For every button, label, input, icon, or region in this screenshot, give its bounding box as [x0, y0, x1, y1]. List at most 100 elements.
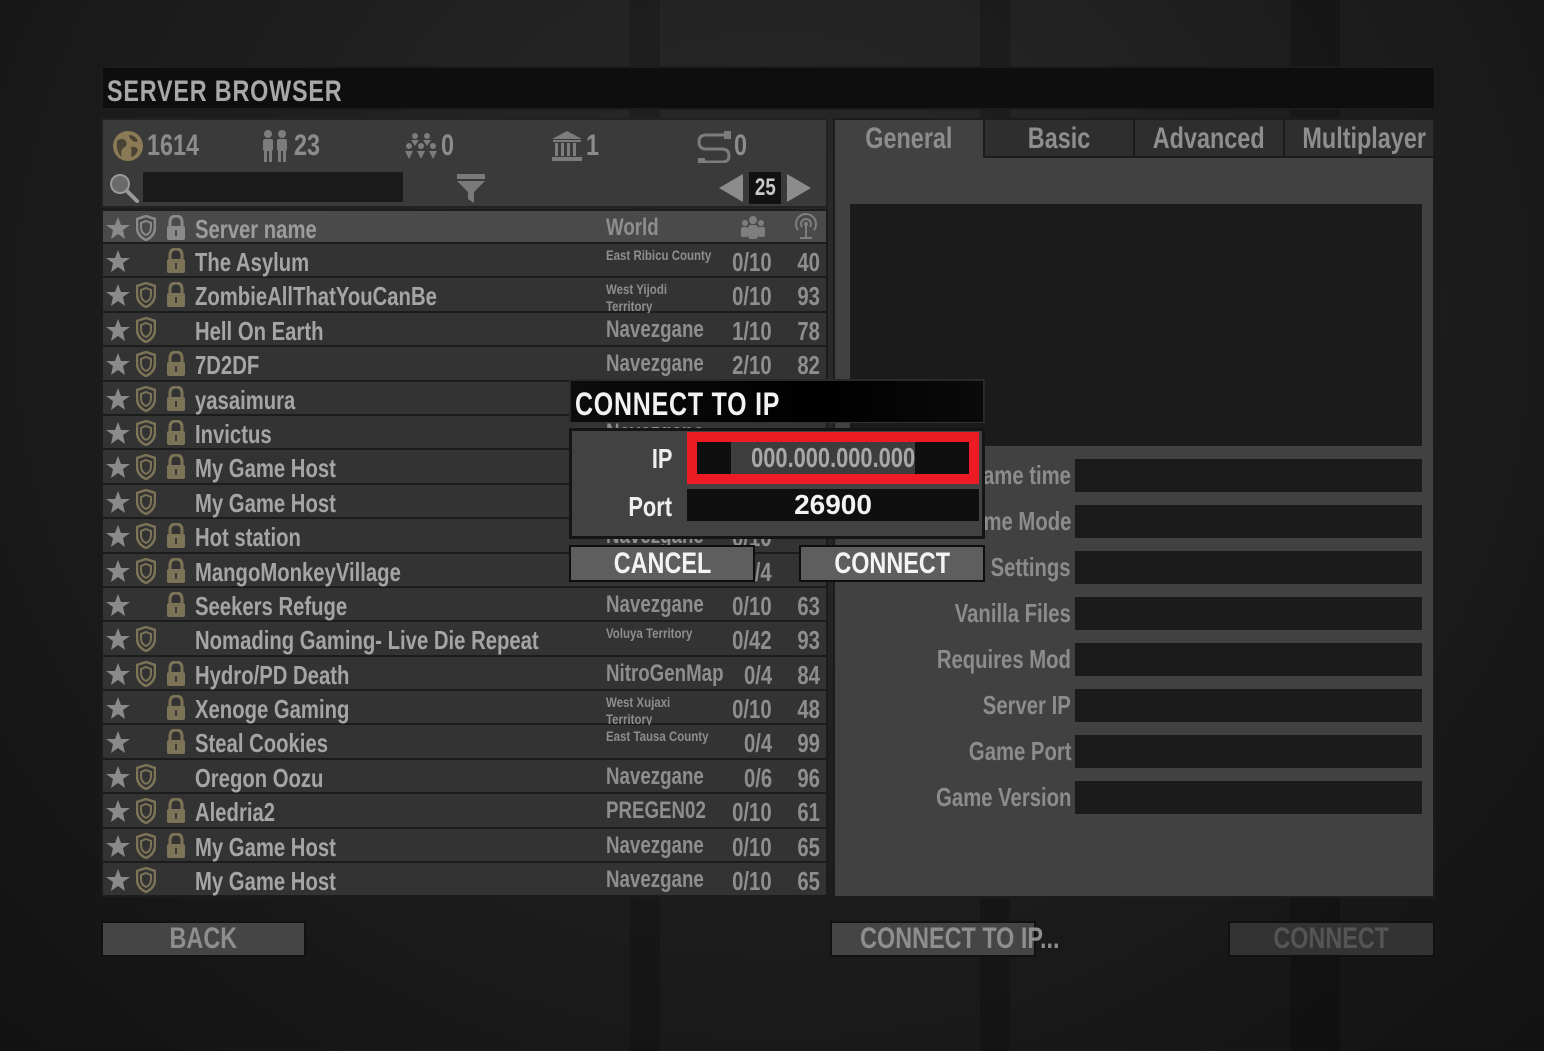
server-world: Navezgane — [606, 315, 704, 343]
favorite-star-icon[interactable] — [106, 284, 130, 307]
favorite-star-icon[interactable] — [106, 593, 130, 616]
details-tabs: General Basic Advanced Multiplayer — [835, 120, 1433, 158]
filter-icon[interactable] — [456, 172, 486, 204]
detail-value — [1075, 689, 1422, 722]
anticheat-column-icon[interactable] — [136, 215, 156, 241]
tab-general[interactable]: General — [835, 120, 985, 158]
page-previous-button[interactable] — [717, 172, 745, 204]
password-lock-icon — [167, 385, 185, 411]
server-world: NitroGenMap — [606, 659, 724, 687]
back-button[interactable]: BACK — [101, 921, 306, 957]
favorite-star-icon[interactable] — [106, 387, 130, 410]
server-world: West Xujaxi Territory — [606, 694, 671, 728]
search-input[interactable] — [143, 172, 403, 202]
stat-players[interactable]: 23 — [258, 126, 327, 166]
favorite-column-icon[interactable] — [106, 217, 130, 239]
table-row[interactable]: Hell On Earth Navezgane 1/10 78 — [101, 312, 828, 348]
server-name: ZombieAllThatYouCanBe — [195, 281, 437, 312]
port-input[interactable] — [687, 489, 979, 521]
server-ping: 82 — [797, 350, 820, 381]
password-column-icon[interactable] — [166, 215, 186, 241]
favorite-star-icon[interactable] — [106, 559, 130, 582]
table-row[interactable]: 7D2DF Navezgane 2/10 82 — [101, 347, 828, 382]
connect-button[interactable]: CONNECT — [1228, 921, 1435, 957]
tab-basic[interactable]: Basic — [985, 120, 1135, 158]
connect-to-ip-button[interactable]: CONNECT TO IP... — [830, 921, 1059, 957]
server-world: East Tausa County — [606, 728, 709, 745]
favorite-star-icon[interactable] — [106, 421, 130, 444]
favorite-star-icon[interactable] — [106, 490, 130, 513]
server-name: Invictus — [195, 418, 272, 449]
stat-servers[interactable]: 1614 — [111, 126, 214, 166]
dialog-cancel-button[interactable]: CANCEL — [569, 545, 755, 582]
server-players: 0/10 — [732, 694, 772, 725]
title-bar: SERVER BROWSER — [101, 66, 1436, 110]
favorite-star-icon[interactable] — [106, 697, 130, 720]
favorite-star-icon[interactable] — [106, 662, 130, 685]
stat-lan[interactable]: 0 — [696, 126, 751, 166]
favorite-star-icon[interactable] — [106, 628, 130, 651]
favorite-star-icon[interactable] — [106, 765, 130, 788]
tab-multiplayer[interactable]: Multiplayer — [1285, 120, 1433, 158]
password-lock-icon — [167, 729, 185, 755]
stat-servers-count: 1614 — [147, 129, 200, 162]
server-players: 1/10 — [732, 315, 772, 346]
password-lock-icon — [167, 798, 185, 824]
table-row[interactable]: Nomading Gaming- Live Die Repeat Voluya … — [101, 622, 828, 657]
detail-row-server-ip: Server IP — [835, 689, 1433, 723]
server-ping: 99 — [797, 728, 820, 759]
table-row[interactable]: Aledria2 PREGEN02 0/10 61 — [101, 794, 828, 829]
server-ping: 63 — [797, 590, 820, 621]
server-world: Navezgane — [606, 590, 704, 618]
anticheat-shield-icon — [136, 523, 156, 550]
server-name: Hell On Earth — [195, 315, 324, 346]
page-title: SERVER BROWSER — [107, 75, 343, 108]
detail-value — [1075, 643, 1422, 676]
ip-field-highlight: 000.000.000.000 — [687, 432, 979, 484]
anticheat-shield-icon — [136, 832, 156, 859]
server-name: Hydro/PD Death — [195, 659, 350, 690]
detail-row-vanilla-files: Vanilla Files — [835, 597, 1433, 631]
table-row[interactable]: Oregon Oozu Navezgane 0/6 96 — [101, 759, 828, 795]
table-row[interactable]: Steal Cookies East Tausa County 0/4 99 — [101, 725, 828, 760]
favorite-star-icon[interactable] — [106, 800, 130, 823]
column-world[interactable]: World — [606, 214, 659, 242]
stat-friends[interactable]: 0 — [403, 126, 458, 166]
dialog-title: CONNECT TO IP — [575, 386, 781, 422]
table-row[interactable]: The Asylum East Ribicu County 0/10 40 — [101, 244, 828, 279]
password-lock-icon — [167, 557, 185, 583]
page-next-button[interactable] — [785, 172, 813, 204]
table-row[interactable]: Hydro/PD Death NitroGenMap 0/4 84 — [101, 656, 828, 692]
favorite-star-icon[interactable] — [106, 731, 130, 754]
column-server-name[interactable]: Server name — [195, 214, 317, 245]
favorite-star-icon[interactable] — [106, 525, 130, 548]
table-row[interactable]: Seekers Refuge Navezgane 0/10 63 — [101, 587, 828, 623]
favorite-star-icon[interactable] — [106, 834, 130, 857]
tab-advanced[interactable]: Advanced — [1135, 120, 1285, 158]
table-row[interactable]: My Game Host Navezgane 0/10 65 — [101, 828, 828, 864]
table-row[interactable]: My Game Host Navezgane 0/10 65 — [101, 863, 828, 898]
dialog-connect-button[interactable]: CONNECT — [799, 545, 985, 582]
password-lock-icon — [167, 591, 185, 617]
favorite-star-icon[interactable] — [106, 318, 130, 341]
detail-row-game-version: Game Version — [835, 781, 1433, 815]
server-ping: 40 — [797, 247, 820, 277]
favorite-star-icon[interactable] — [106, 869, 130, 892]
ping-column-icon[interactable] — [793, 213, 819, 241]
detail-value — [1075, 781, 1422, 814]
stat-official[interactable]: 1 — [550, 126, 603, 166]
anticheat-shield-icon — [136, 557, 156, 584]
server-players: 0/10 — [732, 866, 772, 897]
favorite-star-icon[interactable] — [106, 250, 130, 272]
server-ping: 96 — [797, 762, 820, 793]
detail-value — [1075, 551, 1422, 584]
table-row[interactable]: ZombieAllThatYouCanBe West Yijodi Territ… — [101, 278, 828, 314]
favorite-star-icon[interactable] — [106, 456, 130, 479]
players-column-icon[interactable] — [739, 215, 767, 239]
server-players: 0/10 — [732, 831, 772, 862]
stats-bar: 1614 23 0 1 0 25 — [101, 118, 828, 208]
server-name: Oregon Oozu — [195, 762, 324, 793]
server-players: 0/10 — [732, 281, 772, 312]
favorite-star-icon[interactable] — [106, 353, 130, 376]
table-row[interactable]: Xenoge Gaming West Xujaxi Territory 0/10… — [101, 691, 828, 728]
